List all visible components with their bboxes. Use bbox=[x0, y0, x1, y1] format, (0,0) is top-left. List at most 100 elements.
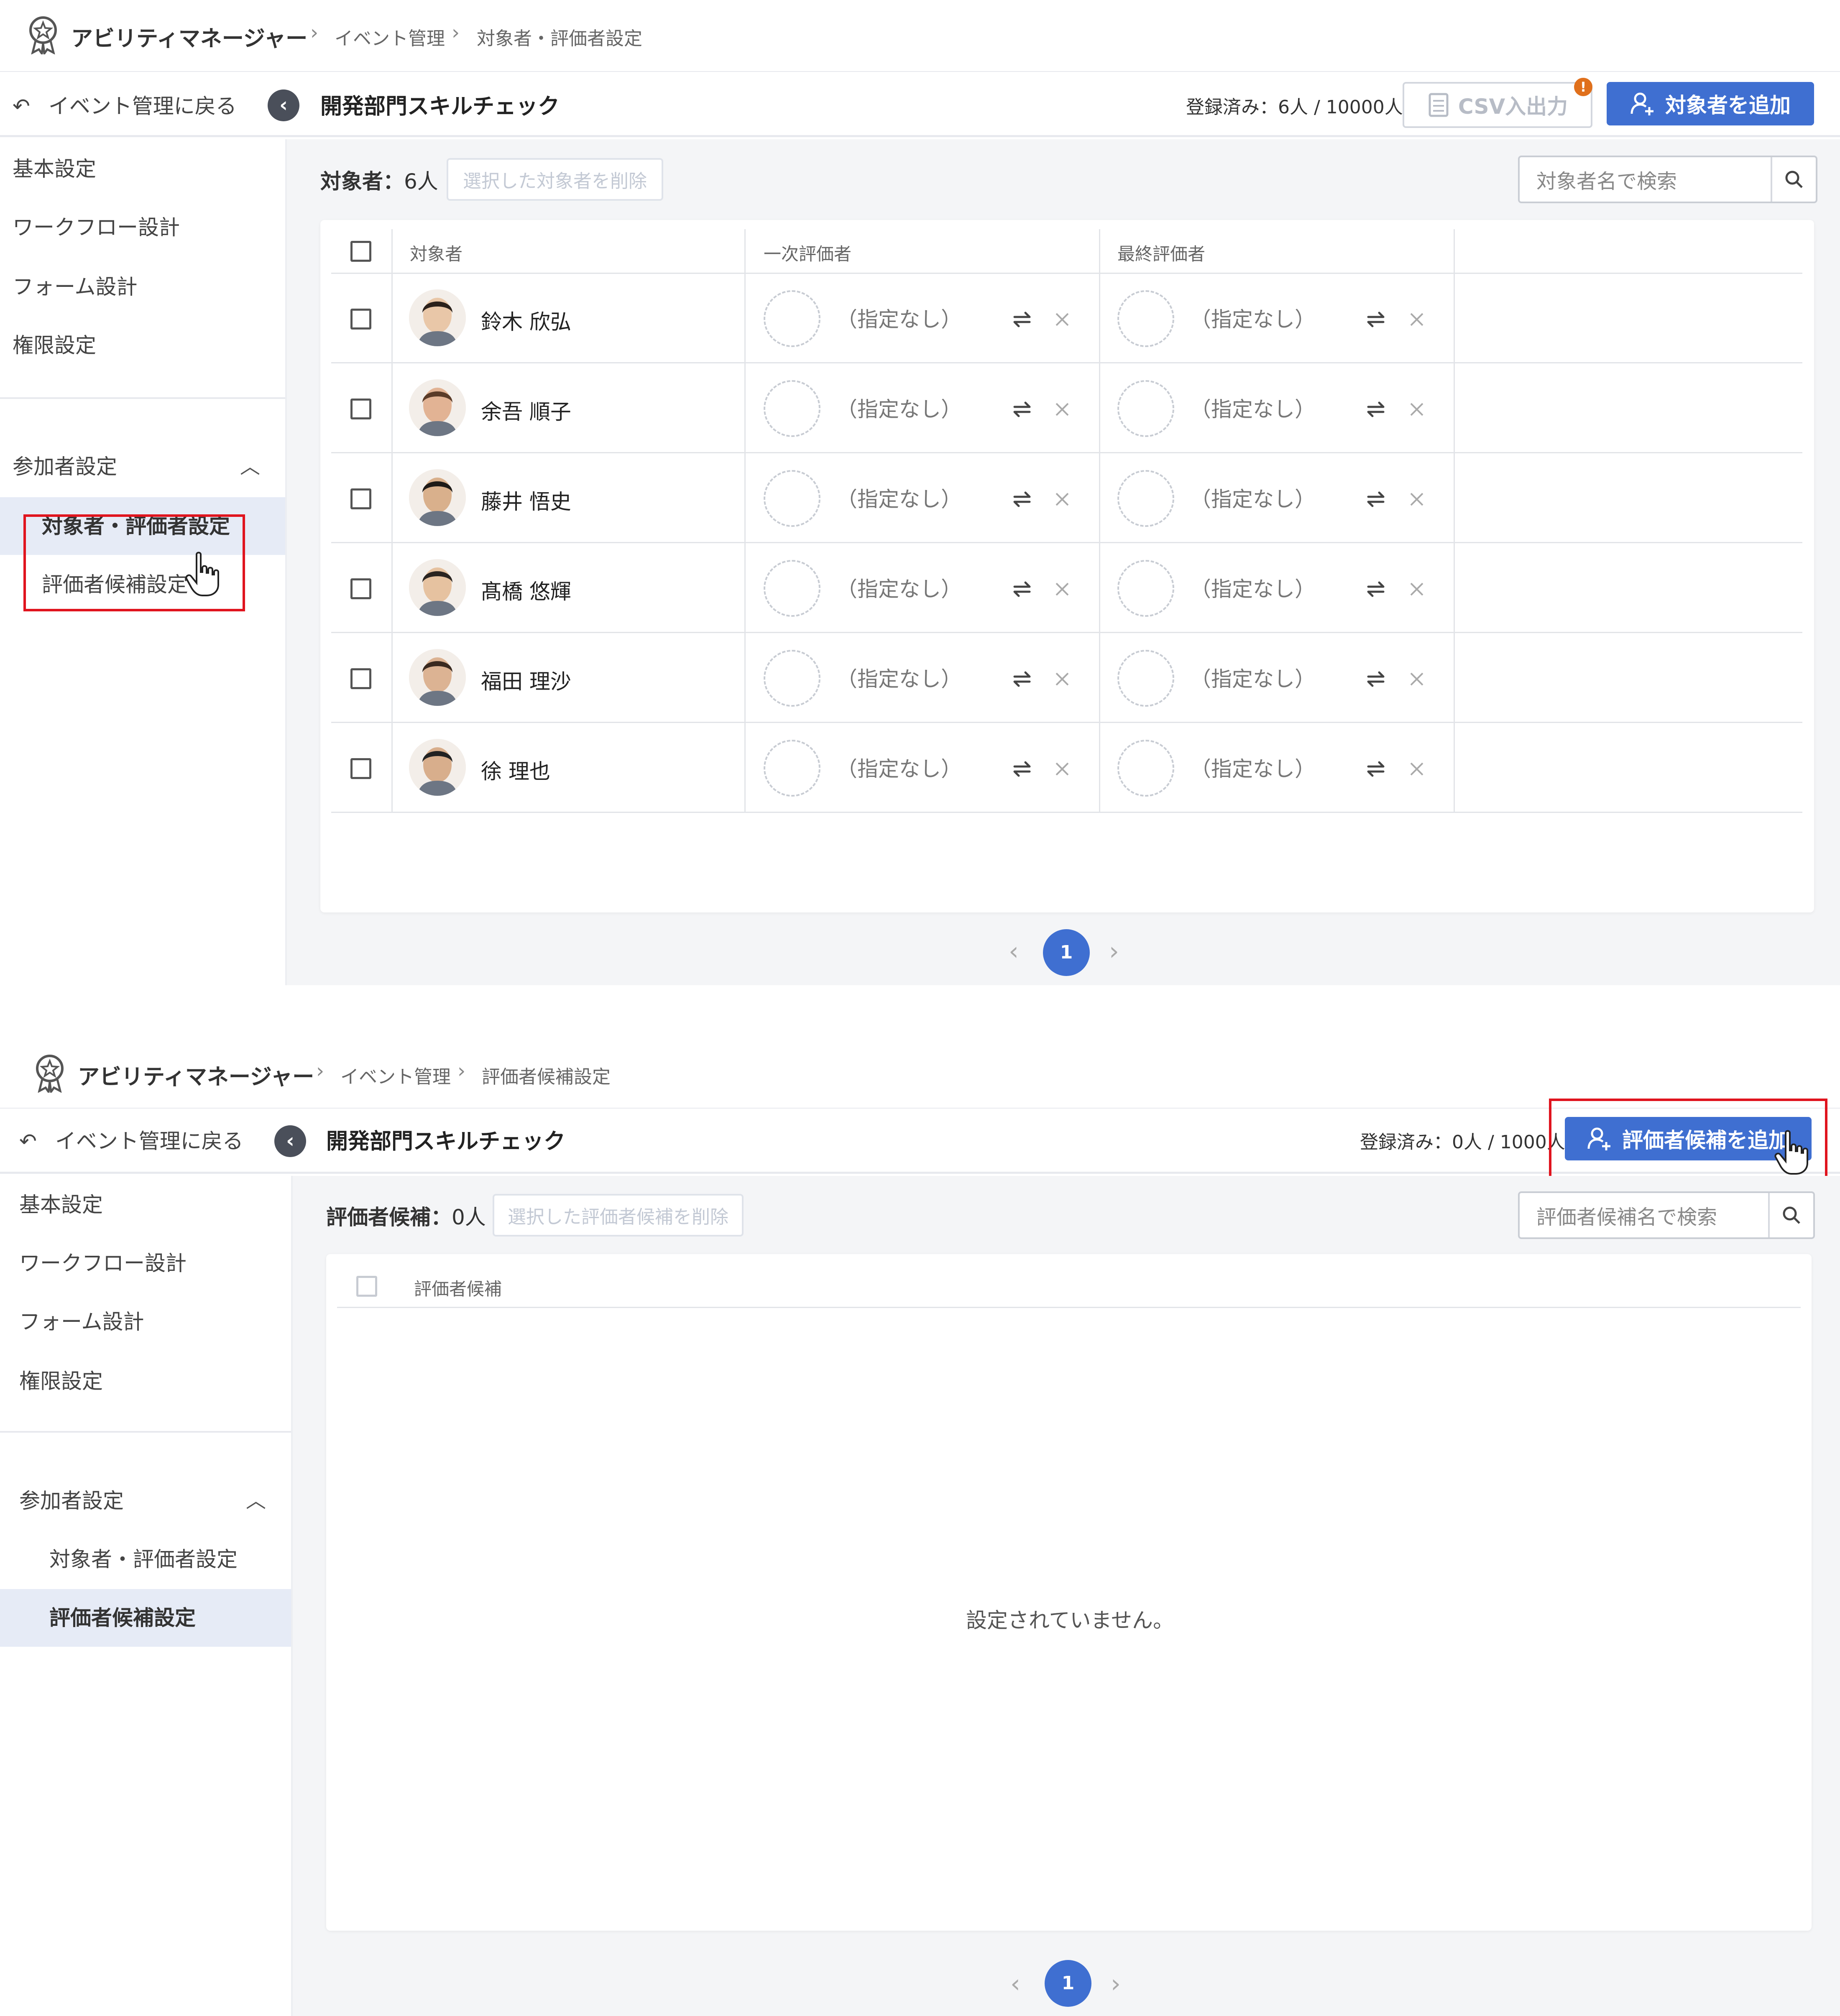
column-header-subject: 対象者 bbox=[410, 244, 463, 264]
empty-evaluator-avatar bbox=[1117, 290, 1174, 347]
sidebar-item-permission-settings[interactable]: 権限設定 bbox=[0, 317, 285, 374]
swap-icon[interactable] bbox=[1009, 486, 1035, 513]
page-1-button[interactable]: 1 bbox=[1043, 929, 1090, 976]
row-checkbox[interactable] bbox=[350, 309, 371, 330]
row-divider bbox=[331, 812, 1802, 813]
breadcrumb-app[interactable]: アビリティマネージャー bbox=[78, 1059, 314, 1091]
candidate-search-input[interactable]: 評価者候補名で検索 bbox=[1518, 1191, 1815, 1239]
award-logo-icon bbox=[29, 16, 57, 54]
avatar bbox=[409, 379, 466, 436]
swap-icon[interactable] bbox=[1362, 396, 1389, 423]
sidebar-item-form-design[interactable]: フォーム設計 bbox=[0, 258, 285, 316]
close-icon[interactable] bbox=[1403, 396, 1430, 423]
undo-arrow-icon: ↶ bbox=[13, 94, 30, 118]
close-icon[interactable] bbox=[1403, 486, 1430, 513]
search-placeholder: 対象者名で検索 bbox=[1536, 170, 1677, 193]
close-icon[interactable] bbox=[1403, 756, 1430, 782]
search-button[interactable] bbox=[1768, 1193, 1813, 1237]
close-icon[interactable] bbox=[1049, 486, 1076, 513]
next-page-icon[interactable]: › bbox=[1111, 1969, 1121, 1998]
swap-icon[interactable] bbox=[1009, 576, 1035, 603]
hand-pointer-icon bbox=[1774, 1130, 1808, 1175]
candidate-table-card bbox=[326, 1254, 1812, 1931]
add-subject-button[interactable]: 対象者を追加 bbox=[1607, 82, 1814, 125]
csv-file-icon bbox=[1429, 93, 1449, 117]
empty-evaluator-avatar bbox=[764, 290, 820, 347]
swap-icon[interactable] bbox=[1009, 396, 1035, 423]
empty-evaluator-avatar bbox=[764, 560, 820, 617]
csv-io-button[interactable]: CSV入出力 bbox=[1403, 82, 1592, 128]
collapse-sidebar-button[interactable]: ‹ bbox=[274, 1125, 306, 1157]
swap-icon[interactable] bbox=[1009, 666, 1035, 692]
award-logo-icon bbox=[36, 1055, 64, 1093]
next-page-icon[interactable]: › bbox=[1109, 937, 1119, 966]
chevron-right-icon: › bbox=[316, 1059, 325, 1083]
column-header-first-evaluator: 一次評価者 bbox=[764, 244, 852, 264]
subject-search-input[interactable]: 対象者名で検索 bbox=[1518, 156, 1817, 203]
row-checkbox[interactable] bbox=[350, 578, 371, 599]
row-checkbox[interactable] bbox=[350, 758, 371, 779]
breadcrumb-app[interactable]: アビリティマネージャー bbox=[71, 21, 307, 52]
breadcrumb-event-management[interactable]: イベント管理 bbox=[340, 1062, 451, 1088]
first-evaluator-value: （指定なし） bbox=[836, 397, 962, 422]
avatar bbox=[409, 469, 466, 526]
close-icon[interactable] bbox=[1049, 666, 1076, 692]
row-checkbox[interactable] bbox=[350, 488, 371, 509]
close-icon[interactable] bbox=[1049, 396, 1076, 423]
breadcrumb-current: 評価者候補設定 bbox=[482, 1066, 611, 1088]
delete-selected-candidates-button[interactable]: 選択した評価者候補を削除 bbox=[493, 1194, 744, 1237]
page-1-button[interactable]: 1 bbox=[1045, 1960, 1091, 2007]
avatar bbox=[409, 289, 466, 346]
sidebar-item-form-design[interactable]: フォーム設計 bbox=[0, 1293, 291, 1351]
back-link[interactable]: ↶ イベント管理に戻る bbox=[13, 89, 237, 120]
prev-page-icon[interactable]: ‹ bbox=[1009, 937, 1019, 966]
sidebar-item-basic-settings[interactable]: 基本設定 bbox=[0, 140, 285, 198]
back-link[interactable]: ↶ イベント管理に戻る bbox=[19, 1124, 243, 1155]
hand-pointer-icon bbox=[185, 552, 219, 596]
collapse-sidebar-button[interactable]: ‹ bbox=[268, 89, 299, 121]
select-all-checkbox[interactable] bbox=[356, 1276, 377, 1297]
sidebar-item-workflow-design[interactable]: ワークフロー設計 bbox=[0, 199, 285, 256]
delete-selected-subjects-button[interactable]: 選択した対象者を削除 bbox=[447, 158, 663, 201]
sidebar-group-label: 参加者設定 bbox=[13, 455, 117, 479]
sidebar-item-evaluator-candidate-settings[interactable]: 評価者候補設定 bbox=[0, 1589, 291, 1647]
select-all-checkbox[interactable] bbox=[350, 241, 371, 262]
swap-icon[interactable] bbox=[1009, 756, 1035, 782]
swap-icon[interactable] bbox=[1362, 576, 1389, 603]
search-icon bbox=[1783, 1206, 1800, 1224]
swap-icon[interactable] bbox=[1362, 486, 1389, 513]
empty-evaluator-avatar bbox=[1117, 560, 1174, 617]
row-checkbox[interactable] bbox=[350, 399, 371, 419]
close-icon[interactable] bbox=[1403, 576, 1430, 603]
sidebar: 基本設定 ワークフロー設計 フォーム設計 権限設定 参加者設定 ︿ 対象者・評価… bbox=[0, 1176, 293, 2016]
close-icon[interactable] bbox=[1049, 576, 1076, 603]
close-icon[interactable] bbox=[1049, 756, 1076, 782]
sidebar-group-participant-settings[interactable]: 参加者設定 ︿ bbox=[0, 438, 285, 496]
breadcrumb-event-management[interactable]: イベント管理 bbox=[335, 23, 445, 50]
close-icon[interactable] bbox=[1049, 306, 1076, 333]
swap-icon[interactable] bbox=[1009, 306, 1035, 333]
add-subject-label: 対象者を追加 bbox=[1665, 93, 1791, 118]
registered-count: 登録済み：6人 / 10000人 bbox=[1186, 97, 1403, 118]
person-avatar-icon bbox=[409, 739, 466, 796]
sidebar-item-subject-evaluator-settings[interactable]: 対象者・評価者設定 bbox=[0, 1531, 291, 1588]
sidebar-group-participant-settings[interactable]: 参加者設定 ︿ bbox=[0, 1472, 291, 1530]
chevron-up-icon: ︿ bbox=[240, 455, 260, 478]
close-icon[interactable] bbox=[1403, 666, 1430, 692]
swap-icon[interactable] bbox=[1362, 306, 1389, 333]
sidebar-item-basic-settings[interactable]: 基本設定 bbox=[0, 1176, 291, 1234]
subject-name: 髙橋 悠輝 bbox=[481, 580, 571, 604]
swap-icon[interactable] bbox=[1362, 756, 1389, 782]
row-checkbox[interactable] bbox=[350, 668, 371, 689]
subject-name: 福田 理沙 bbox=[481, 669, 571, 694]
sidebar-item-workflow-design[interactable]: ワークフロー設計 bbox=[0, 1234, 291, 1292]
search-icon bbox=[1785, 171, 1803, 188]
final-evaluator-value: （指定なし） bbox=[1190, 577, 1316, 601]
swap-icon[interactable] bbox=[1362, 666, 1389, 692]
prev-page-icon[interactable]: ‹ bbox=[1010, 1969, 1020, 1998]
close-icon[interactable] bbox=[1403, 306, 1430, 333]
registered-count: 登録済み：0人 / 1000人 bbox=[1360, 1132, 1565, 1153]
search-button[interactable] bbox=[1771, 157, 1816, 202]
sidebar-item-permission-settings[interactable]: 権限設定 bbox=[0, 1352, 291, 1410]
avatar bbox=[409, 649, 466, 706]
